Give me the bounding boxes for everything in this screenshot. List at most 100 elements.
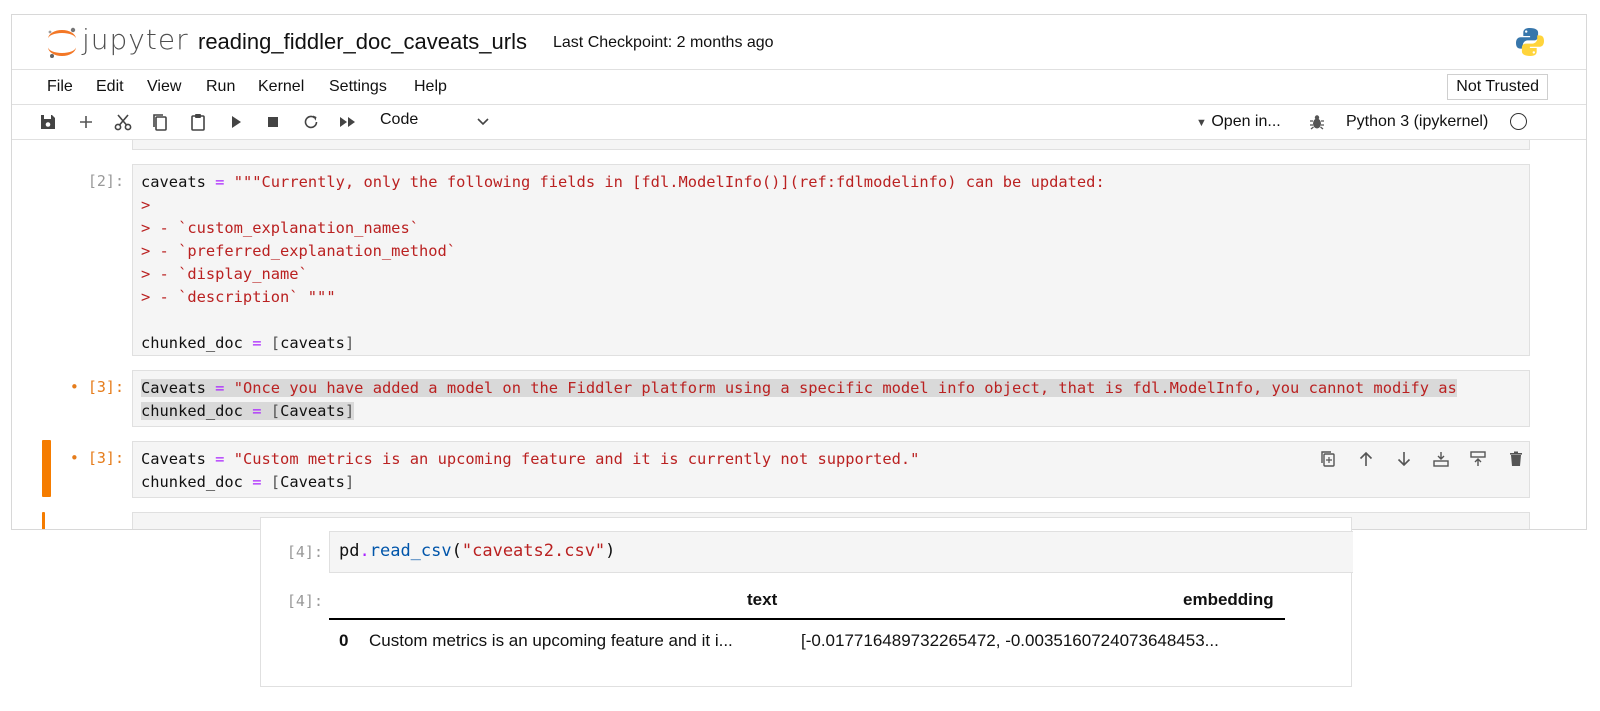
code-token: > - `preferred_explanation_method` — [141, 242, 457, 260]
menu-help[interactable]: Help — [414, 78, 447, 96]
cell-2-code: caveats = """Currently, only the followi… — [141, 171, 1105, 355]
code-token: ] — [344, 402, 355, 420]
cell-3b-code: Caveats = "Custom metrics is an upcoming… — [141, 448, 919, 494]
previous-cell-edge — [132, 140, 1530, 150]
insert-below-icon[interactable] — [1469, 450, 1487, 468]
code-token: chunked_doc — [141, 334, 243, 352]
code-token: [ — [270, 334, 281, 352]
move-up-icon[interactable] — [1357, 450, 1375, 468]
notebook-cells: [2]: caveats = """Currently, only the fo… — [12, 140, 1586, 529]
code-token: Caveats — [141, 379, 206, 397]
code-token: Caveats — [280, 402, 345, 420]
code-token: = — [215, 173, 225, 191]
code-token: = — [252, 334, 262, 352]
code-token: . — [359, 541, 370, 561]
code-token: > — [141, 196, 151, 214]
code-token: "Once you have added a model on the Fidd… — [233, 379, 1457, 397]
menu-edit[interactable]: Edit — [96, 78, 124, 96]
table-header-text: text — [747, 590, 778, 609]
checkpoint-status: Last Checkpoint: 2 months ago — [553, 34, 774, 51]
code-token: read_csv — [369, 541, 452, 561]
debugger-bug-icon[interactable] — [1308, 113, 1326, 131]
code-token: "caveats2.csv" — [461, 541, 606, 561]
kernel-name[interactable]: Python 3 (ipykernel) — [1346, 113, 1488, 131]
code-token: = — [252, 402, 262, 420]
run-icon[interactable] — [226, 112, 246, 132]
code-token: chunked_doc — [141, 402, 243, 420]
cell-3a-prompt: • [3]: — [69, 378, 124, 396]
add-icon[interactable] — [76, 112, 96, 132]
jupyter-logo-text: jupyter — [82, 23, 189, 56]
cell-4-editor[interactable]: pd.read_csv("caveats2.csv") — [329, 531, 1353, 573]
cell-3b-prompt: • [3]: — [69, 449, 124, 467]
notebook-window: jupyter reading_fiddler_doc_caveats_urls… — [11, 14, 1587, 530]
notebook-toolbar: Code ▼ Open in... Python 3 (ipykernel) — [12, 105, 1586, 140]
code-token: Caveats — [280, 473, 345, 491]
top-bar: jupyter reading_fiddler_doc_caveats_urls… — [12, 15, 1586, 70]
code-token: = — [252, 473, 262, 491]
code-token: """Currently, only the following fields … — [233, 173, 1105, 191]
table-header-rule — [329, 618, 1285, 620]
code-token: caveats — [141, 173, 206, 191]
open-in-button[interactable]: ▼ Open in... — [1196, 113, 1281, 131]
menu-kernel[interactable]: Kernel — [258, 78, 304, 96]
code-token: ] — [344, 334, 355, 352]
copy-icon[interactable] — [150, 112, 170, 132]
delete-icon[interactable] — [1507, 450, 1525, 468]
code-token: = — [215, 450, 225, 468]
code-token: > - `custom_explanation_names` — [141, 219, 419, 237]
stop-icon[interactable] — [263, 112, 283, 132]
row-embedding-cell: [-0.017716489732265472, -0.0035160724073… — [801, 631, 1219, 650]
save-icon[interactable] — [38, 112, 58, 132]
duplicate-icon[interactable] — [1319, 450, 1337, 468]
cell-4-panel: [4]: pd.read_csv("caveats2.csv") [4]: te… — [260, 517, 1353, 687]
row-text-cell: Custom metrics is an upcoming feature an… — [369, 631, 733, 650]
code-token: pd — [339, 541, 360, 561]
row-index: 0 — [339, 631, 349, 650]
code-token: ) — [605, 541, 616, 561]
code-token: [ — [270, 473, 281, 491]
not-trusted-badge[interactable]: Not Trusted — [1447, 74, 1548, 100]
cell-3a-code: Caveats = "Once you have added a model o… — [141, 377, 1529, 423]
code-token: Caveats — [141, 450, 206, 468]
cell-toolbar — [1319, 450, 1529, 470]
cell-3a-editor[interactable]: Caveats = "Once you have added a model o… — [132, 370, 1530, 427]
cell-edge-marker — [42, 512, 45, 529]
cell-4-output-prompt: [4]: — [286, 592, 323, 610]
menu-bar: File Edit View Run Kernel Settings Help … — [12, 70, 1586, 105]
restart-icon[interactable] — [301, 112, 321, 132]
cell-type-select[interactable]: Code — [380, 111, 490, 129]
caret-down-icon: ▼ — [1196, 117, 1207, 129]
code-token: caveats — [280, 334, 345, 352]
paste-icon[interactable] — [188, 112, 208, 132]
cell-2-prompt: [2]: — [87, 172, 124, 190]
cell-4-code: pd.read_csv("caveats2.csv") — [339, 540, 615, 563]
cut-icon[interactable] — [113, 112, 133, 132]
code-token: > - `display_name` — [141, 265, 308, 283]
code-token: [ — [270, 402, 281, 420]
jupyter-logo-icon[interactable] — [44, 25, 80, 61]
code-token: ] — [344, 473, 355, 491]
code-token: = — [215, 379, 225, 397]
python-logo-icon — [1516, 28, 1544, 56]
notebook-title[interactable]: reading_fiddler_doc_caveats_urls — [198, 29, 527, 55]
insert-above-icon[interactable] — [1432, 450, 1450, 468]
code-token: chunked_doc — [141, 473, 243, 491]
cell-2-editor[interactable]: caveats = """Currently, only the followi… — [132, 164, 1530, 356]
open-in-label: Open in... — [1211, 113, 1281, 130]
move-down-icon[interactable] — [1395, 450, 1413, 468]
chevron-down-icon — [477, 118, 489, 126]
table-header-embedding: embedding — [1183, 590, 1274, 609]
cell-4-prompt: [4]: — [286, 543, 323, 561]
kernel-status-icon — [1510, 113, 1527, 130]
cell-type-value: Code — [380, 111, 419, 128]
menu-view[interactable]: View — [147, 78, 181, 96]
code-token: ( — [451, 541, 462, 561]
code-token: > - `description` """ — [141, 288, 336, 306]
cell-3b-editor[interactable]: Caveats = "Custom metrics is an upcoming… — [132, 441, 1530, 498]
menu-settings[interactable]: Settings — [329, 78, 387, 96]
code-token: "Custom metrics is an upcoming feature a… — [233, 450, 920, 468]
fast-forward-icon[interactable] — [338, 112, 358, 132]
menu-file[interactable]: File — [47, 78, 73, 96]
menu-run[interactable]: Run — [206, 78, 235, 96]
